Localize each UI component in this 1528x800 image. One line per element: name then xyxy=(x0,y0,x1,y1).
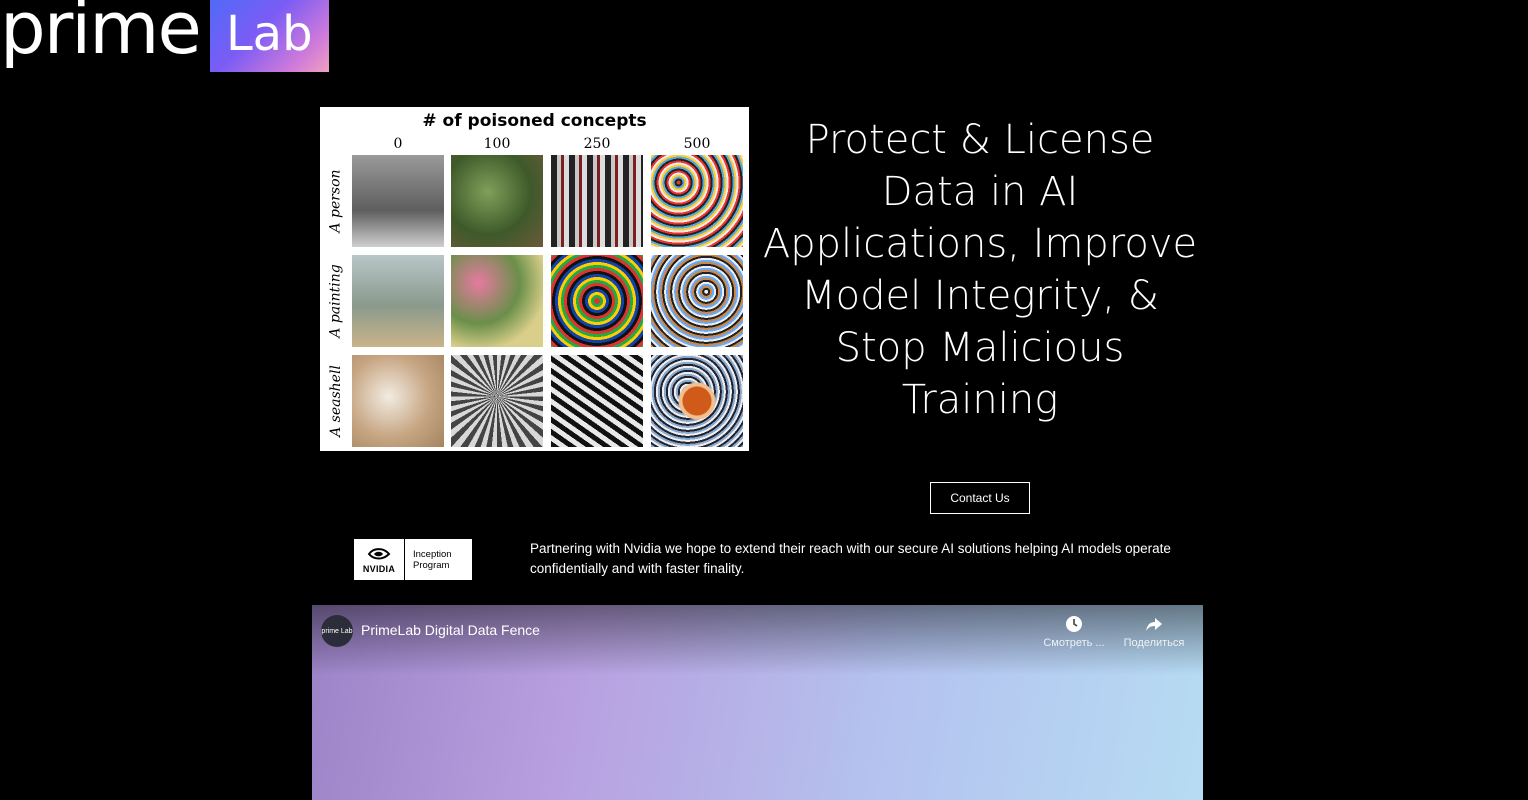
painting-poison-500-image xyxy=(651,255,743,347)
figure-col-label: 500 xyxy=(683,136,711,152)
poisoned-concepts-figure: # of poisoned concepts 0 100 250 500 A p… xyxy=(320,107,749,451)
person-poison-100-image xyxy=(451,155,543,247)
contact-us-button[interactable]: Contact Us xyxy=(930,482,1030,514)
nvidia-inception-badge[interactable]: NVIDIA Inception Program xyxy=(354,539,472,580)
nvidia-logo: NVIDIA xyxy=(354,539,405,580)
seashell-poison-100-image xyxy=(451,355,543,447)
watch-later-button[interactable]: Смотреть ... xyxy=(1037,615,1111,649)
share-label: Поделиться xyxy=(1123,637,1185,649)
seashell-poison-500-image xyxy=(651,355,743,447)
share-button[interactable]: Поделиться xyxy=(1117,615,1191,649)
person-poison-250-image xyxy=(551,155,643,247)
badge-program-text: Program xyxy=(413,559,450,571)
figure-row-label: A seashell xyxy=(328,365,345,437)
partner-description: Partnering with Nvidia we hope to extend… xyxy=(530,541,1171,576)
clock-icon xyxy=(1066,616,1082,632)
person-clean-image xyxy=(352,155,444,247)
figure-col-label: 0 xyxy=(393,136,403,152)
seashell-clean-image xyxy=(352,355,444,447)
painting-clean-image xyxy=(352,255,444,347)
logo-lab-badge: Lab xyxy=(209,0,329,72)
nvidia-eye-icon xyxy=(367,547,391,559)
video-title[interactable]: PrimeLab Digital Data Fence xyxy=(361,622,540,638)
primelab-logo[interactable]: prime Lab xyxy=(0,0,329,72)
figure-title: # of poisoned concepts xyxy=(422,111,647,131)
figure-row-label: A person xyxy=(328,169,345,233)
painting-poison-100-image xyxy=(451,255,543,347)
channel-avatar[interactable]: prime Lab xyxy=(321,615,353,647)
hero-headline: Protect & License Data in AI Application… xyxy=(762,117,1198,423)
watch-later-label: Смотреть ... xyxy=(1043,637,1105,649)
logo-prime-text: prime xyxy=(0,0,202,70)
figure-row-label: A painting xyxy=(328,264,345,338)
figure-col-label: 250 xyxy=(583,136,611,152)
nvidia-wordmark: NVIDIA xyxy=(362,563,396,574)
video-embed[interactable]: prime Lab PrimeLab Digital Data Fence См… xyxy=(312,605,1203,800)
figure-col-label: 100 xyxy=(483,136,511,152)
seashell-poison-250-image xyxy=(551,355,643,447)
person-poison-500-image xyxy=(651,155,743,247)
painting-poison-250-image xyxy=(551,255,643,347)
share-arrow-icon xyxy=(1146,618,1162,631)
badge-inception-text: Inception xyxy=(413,548,452,560)
